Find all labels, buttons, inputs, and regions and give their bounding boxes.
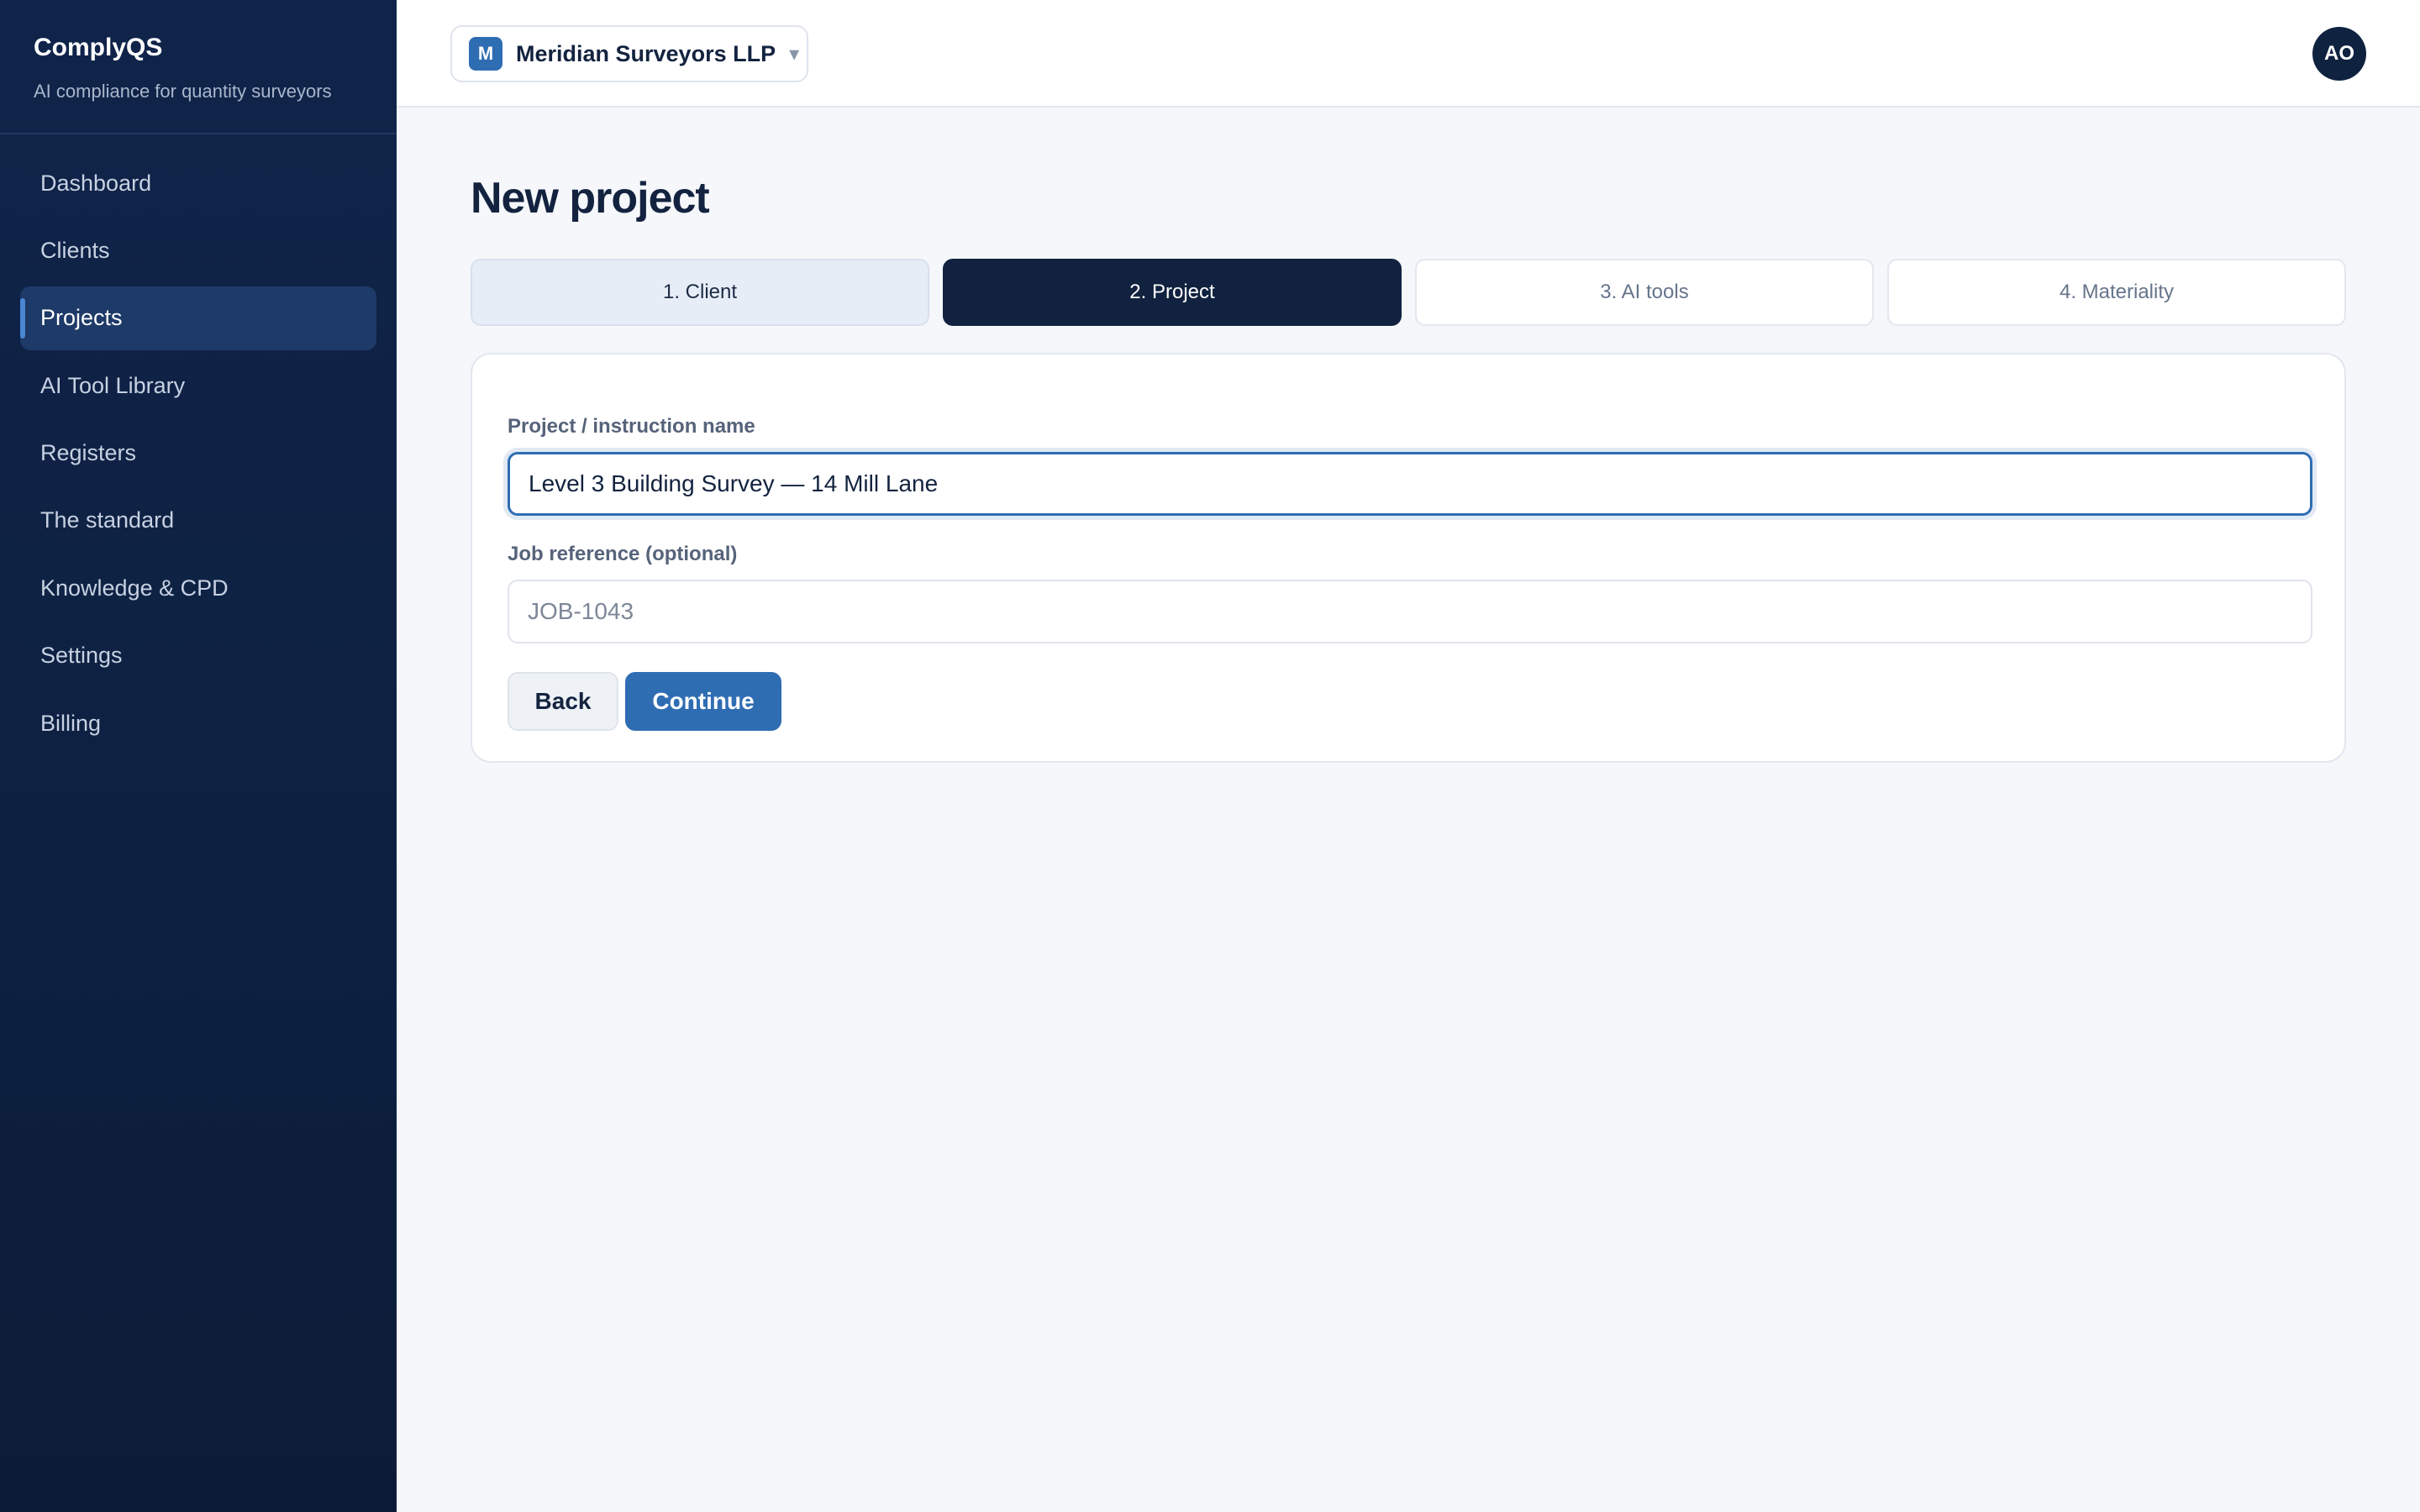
sidebar-item-registers[interactable]: Registers (20, 422, 376, 486)
back-button[interactable]: Back (508, 672, 618, 731)
sidebar-item-the-standard[interactable]: The standard (20, 489, 376, 553)
sidebar-item-projects[interactable]: Projects (20, 286, 376, 350)
sidebar-item-knowledge-cpd[interactable]: Knowledge & CPD (20, 556, 376, 620)
brand-tagline: AI compliance for quantity surveyors (34, 81, 332, 102)
step-materiality[interactable]: 4. Materiality (1887, 259, 2346, 326)
step-project[interactable]: 2. Project (943, 259, 1402, 326)
sidebar: ComplyQS AI compliance for quantity surv… (0, 0, 397, 1512)
sidebar-divider (0, 133, 397, 134)
page-title: New project (471, 174, 710, 223)
sidebar-item-clients[interactable]: Clients (20, 218, 376, 282)
sidebar-item-ai-tool-library[interactable]: AI Tool Library (20, 354, 376, 417)
job-reference-label: Job reference (optional) (508, 543, 738, 565)
step-ai-tools[interactable]: 3. AI tools (1415, 259, 1874, 326)
continue-button[interactable]: Continue (625, 672, 781, 731)
job-reference-input[interactable] (508, 580, 2312, 643)
project-name-input[interactable] (508, 452, 2312, 516)
sidebar-nav: Dashboard Clients Projects AI Tool Libra… (20, 151, 376, 759)
brand: ComplyQS AI compliance for quantity surv… (34, 34, 332, 102)
sidebar-item-settings[interactable]: Settings (20, 624, 376, 688)
project-form-card: Project / instruction name Job reference… (471, 353, 2346, 763)
sidebar-item-billing[interactable]: Billing (20, 691, 376, 755)
sidebar-item-dashboard[interactable]: Dashboard (20, 151, 376, 215)
top-bar: M Meridian Surveyors LLP ▾ AO (397, 0, 2420, 108)
brand-name[interactable]: ComplyQS (34, 34, 332, 62)
org-switcher[interactable]: M Meridian Surveyors LLP ▾ (450, 25, 808, 82)
org-name: Meridian Surveyors LLP (516, 40, 776, 66)
project-name-label: Project / instruction name (508, 415, 755, 438)
chevron-down-icon: ▾ (789, 42, 800, 66)
step-client[interactable]: 1. Client (471, 259, 929, 326)
wizard-steps: 1. Client 2. Project 3. AI tools 4. Mate… (471, 259, 2346, 326)
org-badge: M (469, 37, 502, 71)
avatar[interactable]: AO (2312, 27, 2366, 81)
